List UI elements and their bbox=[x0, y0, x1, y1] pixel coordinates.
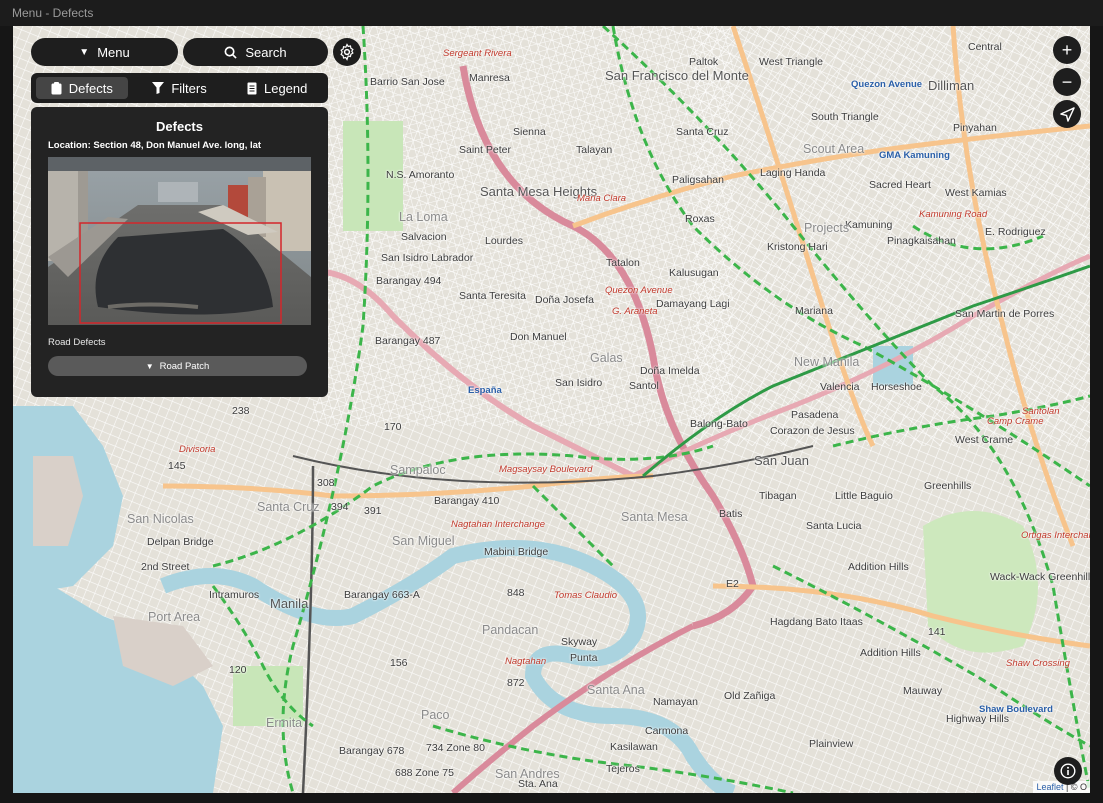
tab-legend[interactable]: Legend bbox=[231, 77, 323, 99]
search-label: Search bbox=[245, 44, 287, 60]
info-button[interactable] bbox=[1054, 757, 1082, 785]
zoom-out-button[interactable]: − bbox=[1053, 68, 1081, 96]
road-defect-image bbox=[48, 157, 311, 325]
defect-photo[interactable] bbox=[48, 157, 311, 325]
panel-tabs: Defects Filters Legend bbox=[31, 73, 328, 103]
info-icon bbox=[1060, 763, 1076, 779]
defect-category: Road Defects bbox=[48, 337, 106, 348]
tab-filters-label: Filters bbox=[171, 80, 207, 96]
filter-icon bbox=[152, 82, 165, 94]
window-title: Menu - Defects bbox=[0, 0, 1103, 26]
document-icon bbox=[247, 82, 257, 94]
caret-down-icon: ▼ bbox=[145, 361, 154, 371]
menu-button[interactable]: ▼ Menu bbox=[31, 38, 178, 66]
clipboard-icon bbox=[51, 81, 62, 94]
menu-label: Menu bbox=[97, 44, 130, 60]
locate-button[interactable] bbox=[1053, 100, 1081, 128]
search-button[interactable]: Search bbox=[183, 38, 328, 66]
tab-filters[interactable]: Filters bbox=[134, 77, 226, 99]
tab-defects-label: Defects bbox=[68, 80, 113, 96]
tab-legend-label: Legend bbox=[263, 80, 308, 96]
defect-type-label: Road Patch bbox=[159, 360, 210, 372]
defects-panel: Defects Location: Section 48, Don Manuel… bbox=[31, 107, 328, 397]
defect-type-dropdown[interactable]: ▼ Road Patch bbox=[48, 356, 307, 376]
panel-title: Defects bbox=[156, 119, 203, 134]
tab-defects[interactable]: Defects bbox=[36, 77, 128, 99]
defect-location: Location: Section 48, Don Manuel Ave. lo… bbox=[48, 140, 262, 151]
minus-icon: − bbox=[1061, 71, 1073, 92]
gear-icon bbox=[340, 43, 354, 61]
search-icon bbox=[224, 46, 238, 59]
location-arrow-icon bbox=[1059, 106, 1075, 122]
caret-down-icon: ▼ bbox=[79, 46, 90, 58]
zoom-in-button[interactable]: + bbox=[1053, 36, 1081, 64]
plus-icon: + bbox=[1061, 39, 1073, 60]
settings-button[interactable] bbox=[333, 38, 361, 66]
leaflet-link[interactable]: Leaflet bbox=[1036, 782, 1063, 792]
